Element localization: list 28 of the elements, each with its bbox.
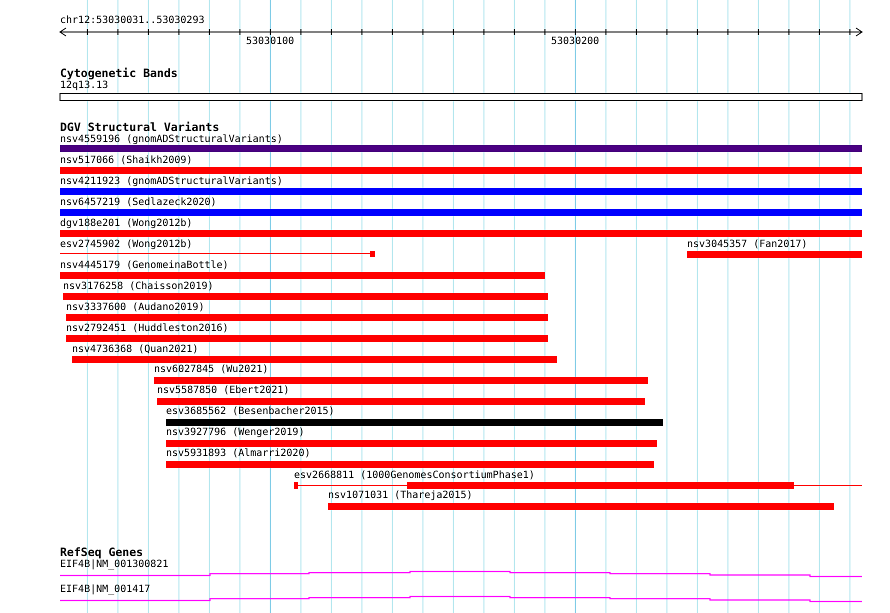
track-title: DGV Structural Variants [60,121,220,134]
variant-label: nsv3045357 (Fan2017) [687,239,808,251]
variant-label: nsv4445179 (GenomeinaBottle) [60,260,229,272]
ruler-tick-label: 53030200 [551,36,599,48]
variant-label: nsv3927796 (Wenger2019) [166,427,304,439]
variant-label: nsv5931893 (Almarri2020) [166,448,310,460]
ruler-tick-label: 53030100 [246,36,294,48]
location-label: chr12:53030031..53030293 [60,15,204,27]
band-label: 12q13.13 [60,80,108,92]
variant-label: nsv517066 (Shaikh2009) [60,155,192,167]
variant-label: nsv3176258 (Chaisson2019) [63,281,214,293]
track-title: Cytogenetic Bands [60,67,178,80]
variant-label: nsv2792451 (Huddleston2016) [66,323,229,335]
variant-label: esv2745902 (Wong2012b) [60,239,192,251]
variant-label: nsv4211923 (gnomADStructuralVariants) [60,176,283,188]
variant-label: dgv188e201 (Wong2012b) [60,218,192,230]
track-title: RefSeq Genes [60,546,144,559]
variant-label: nsv3337600 (Audano2019) [66,302,204,314]
variant-label: esv2668811 (1000GenomesConsortiumPhase1) [294,470,535,482]
transcript-label: EIF4B|NM_001300821 [60,559,168,571]
variant-label: nsv4736368 (Quan2021) [72,344,198,356]
variant-label: esv3685562 (Besenbacher2015) [166,406,335,418]
variant-label: nsv1071031 (Thareja2015) [328,490,472,502]
variant-label: nsv5587850 (Ebert2021) [157,385,290,397]
transcript-label: EIF4B|NM_001417 [60,584,150,596]
variant-label: nsv6027845 (Wu2021) [154,364,268,376]
variant-label: nsv4559196 (gnomADStructuralVariants) [60,134,283,146]
variant-label: nsv6457219 (Sedlazeck2020) [60,197,217,209]
